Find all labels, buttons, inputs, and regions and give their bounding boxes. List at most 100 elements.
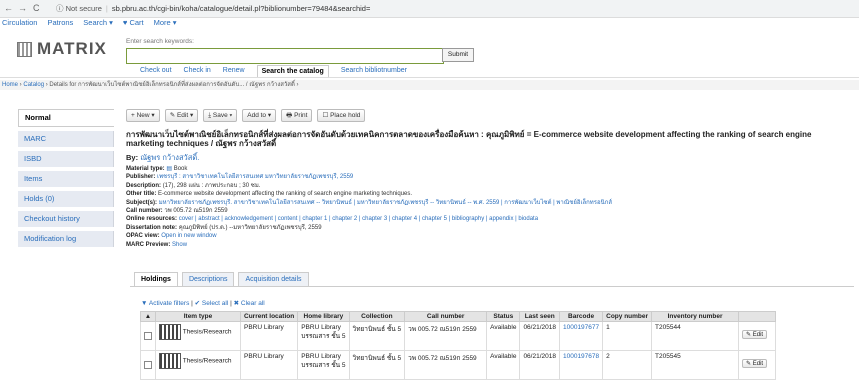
top-menu: Circulation Patrons Search ▾ ♥ Cart More… bbox=[0, 18, 859, 29]
place-hold-button[interactable]: ☐ Place hold bbox=[317, 109, 366, 122]
status-value: Available bbox=[486, 350, 521, 380]
search-tabs: Check out Check in Renew Search the cata… bbox=[140, 65, 407, 77]
home-library-sub: บรรณสาร ชั้น 5 bbox=[301, 362, 346, 369]
row-checkbox[interactable] bbox=[144, 332, 152, 340]
logo[interactable]: MATRIX bbox=[17, 39, 107, 59]
row-select-cell bbox=[140, 321, 156, 351]
collection-value: วิทยานิพนธ์ ชั้น 5 bbox=[348, 321, 406, 351]
col-last-seen[interactable]: Last seen bbox=[519, 311, 560, 322]
subjects-value[interactable]: มหาวิทยาลัยราชภัฏเพชรบุรี. สาขาวิชาเทคโน… bbox=[159, 200, 612, 206]
menu-cart[interactable]: ♥ Cart bbox=[123, 18, 144, 29]
thesis-icon bbox=[159, 353, 181, 369]
publisher-value[interactable]: เพชรบุรี : สาขาวิชาเทคโนโลยีสารสนเทศ มหา… bbox=[157, 174, 353, 180]
forward-arrow-icon[interactable]: → bbox=[18, 3, 27, 13]
tab-descriptions[interactable]: Descriptions bbox=[181, 272, 235, 287]
home-library-sub: บรรณสาร ชั้น 5 bbox=[301, 333, 346, 340]
breadcrumb-home[interactable]: Home bbox=[2, 82, 18, 88]
opac-link[interactable]: Open in new window bbox=[161, 233, 216, 239]
barcode-link[interactable]: 1000197677 bbox=[563, 324, 599, 331]
call-number-value: วพ 005.72 ณ519ก 2559 bbox=[404, 350, 488, 380]
select-all-link[interactable]: ✔ Select all bbox=[195, 300, 229, 307]
home-library-cell: PBRU Library บรรณสาร ชั้น 5 bbox=[297, 321, 350, 351]
back-arrow-icon[interactable]: ← bbox=[4, 3, 13, 13]
collection-value: วิทยานิพนธ์ ชั้น 5 bbox=[348, 350, 406, 380]
col-home-library[interactable]: Home library bbox=[297, 311, 350, 322]
new-button[interactable]: + New ▾ bbox=[126, 109, 160, 122]
nav-normal[interactable]: Normal bbox=[18, 109, 114, 127]
submit-button[interactable]: Submit bbox=[442, 48, 474, 62]
barcode-cell: 1000197678 bbox=[558, 350, 604, 380]
menu-search[interactable]: Search ▾ bbox=[83, 18, 113, 29]
status-value: Available bbox=[486, 321, 521, 351]
nav-checkout-history[interactable]: Checkout history bbox=[18, 211, 114, 227]
edit-button[interactable]: ✎ Edit ▾ bbox=[164, 109, 199, 122]
current-location-value: PBRU Library bbox=[239, 350, 299, 380]
col-current-location[interactable]: Current location bbox=[239, 311, 299, 322]
tab-holdings[interactable]: Holdings bbox=[134, 272, 178, 287]
search-label: Enter search keywords: bbox=[126, 38, 194, 45]
breadcrumb-catalog[interactable]: Catalog bbox=[23, 82, 44, 88]
record-author: By: ณัฐพร กว้างสวัสดิ์. bbox=[126, 152, 199, 164]
clear-all-link[interactable]: ✖ Clear all bbox=[234, 300, 265, 307]
col-actions bbox=[738, 311, 777, 322]
holdings-header-row: ▲ Item type Current location Home librar… bbox=[140, 311, 777, 322]
online-resources-links[interactable]: cover | abstract | acknowledgement | con… bbox=[179, 216, 538, 222]
nav-modification-log[interactable]: Modification log bbox=[18, 231, 114, 247]
barcode-link[interactable]: 1000197678 bbox=[563, 353, 599, 360]
tab-acquisition-details[interactable]: Acquisition details bbox=[238, 272, 309, 287]
col-select[interactable]: ▲ bbox=[140, 311, 156, 322]
home-library-cell: PBRU Library บรรณสาร ชั้น 5 bbox=[297, 350, 350, 380]
browser-toolbar: ← → C ⓘ Not secure | sb.pbru.ac.th/cgi-b… bbox=[0, 0, 859, 18]
logo-icon bbox=[17, 41, 32, 57]
col-inventory-number[interactable]: Inventory number bbox=[651, 311, 740, 322]
tab-renew[interactable]: Renew bbox=[223, 65, 245, 77]
marc-preview-label: MARC Preview: bbox=[126, 241, 171, 248]
menu-patrons[interactable]: Patrons bbox=[47, 18, 73, 29]
reload-icon[interactable]: C bbox=[33, 3, 40, 13]
tab-check-in[interactable]: Check in bbox=[184, 65, 211, 77]
edit-item-button[interactable]: ✎ Edit bbox=[742, 330, 768, 339]
col-call-number[interactable]: Call number bbox=[404, 311, 488, 322]
item-type-cell: Thesis/Research bbox=[155, 350, 241, 380]
activate-filters-link[interactable]: ▼ Activate filters bbox=[141, 300, 189, 307]
current-location-value: PBRU Library bbox=[239, 321, 299, 351]
address-bar[interactable]: ⓘ Not secure | sb.pbru.ac.th/cgi-bin/koh… bbox=[56, 2, 616, 14]
tab-search-biblionumber[interactable]: Search bibliotnumber bbox=[341, 65, 407, 77]
col-collection[interactable]: Collection bbox=[348, 311, 406, 322]
breadcrumb-details: › Details for การพัฒนาเว็บไซต์พาณิชย์อิเ… bbox=[45, 82, 299, 88]
marc-show-link[interactable]: Show bbox=[172, 242, 187, 248]
holdings-tabs: Holdings Descriptions Acquisition detail… bbox=[134, 272, 309, 287]
add-to-button[interactable]: Add to ▾ bbox=[242, 109, 277, 122]
col-barcode[interactable]: Barcode bbox=[558, 311, 604, 322]
call-number-value: วพ 005.72 ณ519ก 2559 bbox=[404, 321, 488, 351]
dissertation-label: Dissertation note: bbox=[126, 224, 178, 231]
col-item-type[interactable]: Item type bbox=[155, 311, 241, 322]
nav-holds[interactable]: Holds (0) bbox=[18, 191, 114, 207]
menu-circulation[interactable]: Circulation bbox=[2, 18, 37, 29]
author-link[interactable]: ณัฐพร กว้างสวัสดิ์. bbox=[140, 153, 199, 162]
menu-more[interactable]: More ▾ bbox=[154, 18, 177, 29]
search-input[interactable] bbox=[126, 48, 444, 64]
by-label: By: bbox=[126, 153, 139, 162]
record-title: การพัฒนาเว็บไซต์พาณิชย์อิเล็กทรอนิกส์ที่… bbox=[126, 130, 812, 148]
home-library-value: PBRU Library bbox=[301, 353, 341, 360]
col-copy-number[interactable]: Copy number bbox=[602, 311, 653, 322]
nav-isbd[interactable]: ISBD bbox=[18, 151, 114, 167]
row-checkbox[interactable] bbox=[144, 361, 152, 369]
call-number-value: วพ 005.72 ณ519ก 2559 bbox=[164, 208, 228, 215]
tab-check-out[interactable]: Check out bbox=[140, 65, 172, 77]
tab-search-catalog[interactable]: Search the catalog bbox=[256, 65, 329, 77]
opac-label: OPAC view: bbox=[126, 233, 160, 240]
col-status[interactable]: Status bbox=[486, 311, 521, 322]
publisher-label: Publisher: bbox=[126, 174, 156, 181]
print-button[interactable]: 🖶 Print bbox=[281, 109, 313, 122]
edit-item-button[interactable]: ✎ Edit bbox=[742, 359, 768, 368]
nav-items[interactable]: Items bbox=[18, 171, 114, 187]
save-button[interactable]: ⤓ Save ▾ bbox=[203, 109, 238, 122]
nav-marc[interactable]: MARC bbox=[18, 131, 114, 147]
book-icon: ▤ bbox=[166, 166, 173, 172]
row-select-cell bbox=[140, 350, 156, 380]
last-seen-value: 06/21/2018 bbox=[519, 321, 560, 351]
description-value: (17), 298 แผ่น : ภาพประกอบ ; 30 ซม. bbox=[162, 182, 261, 189]
inventory-number-value: T205545 bbox=[651, 350, 740, 380]
